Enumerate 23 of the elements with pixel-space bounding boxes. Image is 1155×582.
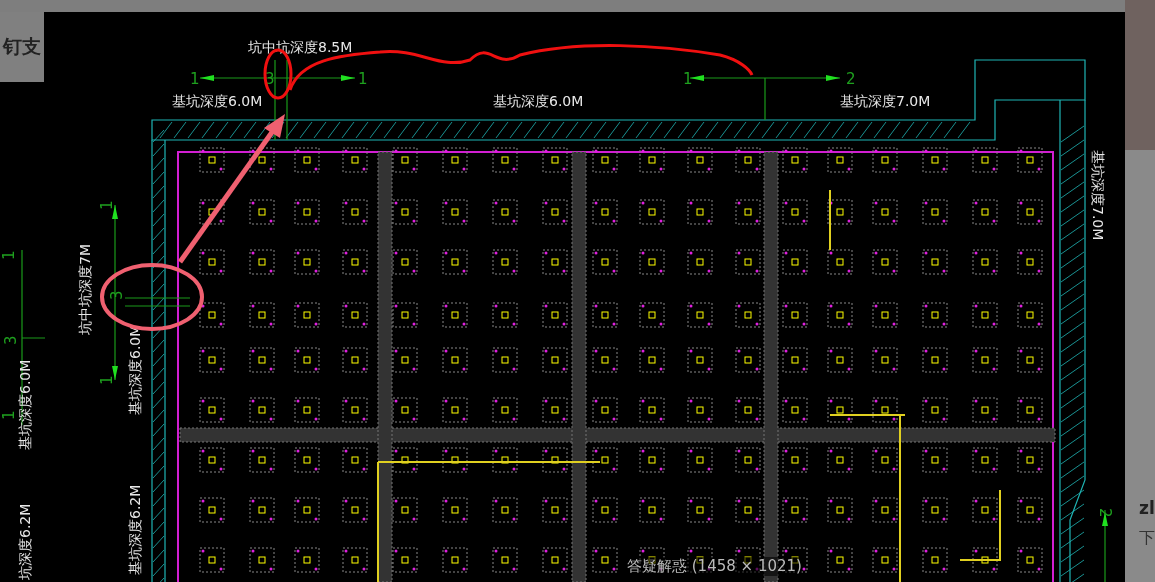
axis-number: 1 (683, 70, 693, 88)
depth-label: 基坑深度6.0M (17, 359, 33, 450)
axis-number: 1 (190, 70, 200, 88)
axis-number: 1 (358, 70, 368, 88)
axis-number: 1 (98, 375, 116, 385)
axis-number: 1 (0, 250, 18, 260)
side-text: zl (1139, 498, 1155, 518)
depth-label: 基坑深度6.2M (127, 484, 143, 575)
depth-label: 基坑深度6.0M (493, 93, 584, 109)
image-caption: 答疑解惑 (1458 × 1021) (627, 557, 802, 576)
depth-label: 基坑深度6.0M (172, 93, 263, 109)
depth-label: 坑中坑深度7M (77, 244, 93, 335)
axis-number: 2 (1096, 508, 1114, 518)
axis-number: 1 (98, 200, 116, 210)
axis-number: 3 (108, 290, 126, 300)
page-heading: 钉支 (3, 34, 41, 59)
depth-label: 基坑深度7.0M (840, 93, 931, 109)
side-text: 下 (1139, 528, 1155, 549)
axis-number: 3 (2, 335, 20, 345)
depth-label: 坑深度6.2M (17, 503, 33, 580)
axis-number: 2 (846, 70, 856, 88)
axis-number: 1 (0, 410, 18, 420)
depth-label: 基坑深度7.0M (1090, 150, 1106, 241)
